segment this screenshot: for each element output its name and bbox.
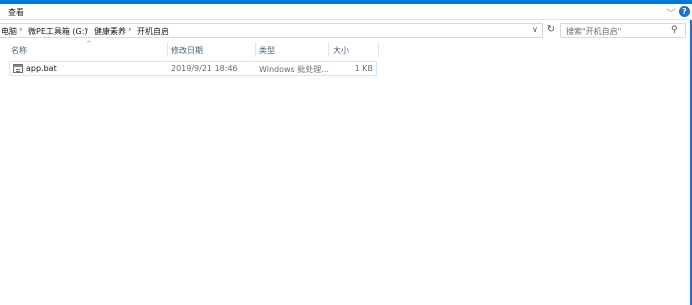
batch-file-icon — [13, 64, 23, 73]
breadcrumb-folder-startup[interactable]: 开机自启 — [137, 26, 169, 37]
column-header-type[interactable]: 类型 — [259, 45, 275, 56]
ribbon: 查看 ﹀ ? — [0, 4, 692, 20]
ribbon-collapse-chevron-icon[interactable]: ﹀ — [666, 5, 676, 20]
search-input[interactable]: 搜索"开机自启" ⚲ — [560, 23, 686, 38]
file-name: app.bat — [26, 64, 57, 73]
help-icon[interactable]: ? — [679, 6, 690, 17]
column-header-modified[interactable]: 修改日期 — [171, 45, 203, 56]
sort-ascending-icon: ^ — [86, 40, 92, 48]
search-placeholder: 搜索"开机自启" — [566, 27, 622, 36]
address-bar[interactable]: 电脑 › 微PE工具箱 (G:) › 健康素养 › 开机自启 ∨ — [0, 23, 543, 38]
column-divider[interactable] — [378, 42, 379, 57]
column-divider[interactable] — [167, 42, 168, 57]
column-headers: ^ 名称 修改日期 类型 大小 — [0, 40, 380, 58]
file-modified: 2019/9/21 18:46 — [171, 64, 238, 73]
breadcrumb-separator-icon[interactable]: › — [128, 25, 132, 35]
search-icon[interactable]: ⚲ — [671, 25, 678, 35]
breadcrumb-drive[interactable]: 微PE工具箱 (G:) — [28, 26, 88, 37]
breadcrumb-folder-health[interactable]: 健康素养 — [94, 26, 126, 37]
column-divider[interactable] — [255, 42, 256, 57]
file-row[interactable]: app.bat 2019/9/21 18:46 Windows 批处理... 1… — [9, 61, 377, 76]
file-size: 1 KB — [354, 64, 373, 73]
column-divider[interactable] — [328, 42, 329, 57]
file-type: Windows 批处理... — [259, 65, 329, 74]
breadcrumb-this-pc[interactable]: 电脑 — [1, 26, 17, 37]
address-row: 电脑 › 微PE工具箱 (G:) › 健康素养 › 开机自启 ∨ ↻ 搜索"开机… — [0, 20, 692, 40]
refresh-icon[interactable]: ↻ — [544, 23, 558, 38]
ribbon-tab-view[interactable]: 查看 — [8, 7, 24, 18]
column-header-name[interactable]: 名称 — [11, 45, 27, 56]
breadcrumb-separator-icon[interactable]: › — [19, 25, 23, 35]
breadcrumb-separator-icon[interactable]: › — [85, 25, 89, 35]
column-header-size[interactable]: 大小 — [333, 45, 349, 56]
address-history-chevron-icon[interactable]: ∨ — [532, 25, 538, 34]
